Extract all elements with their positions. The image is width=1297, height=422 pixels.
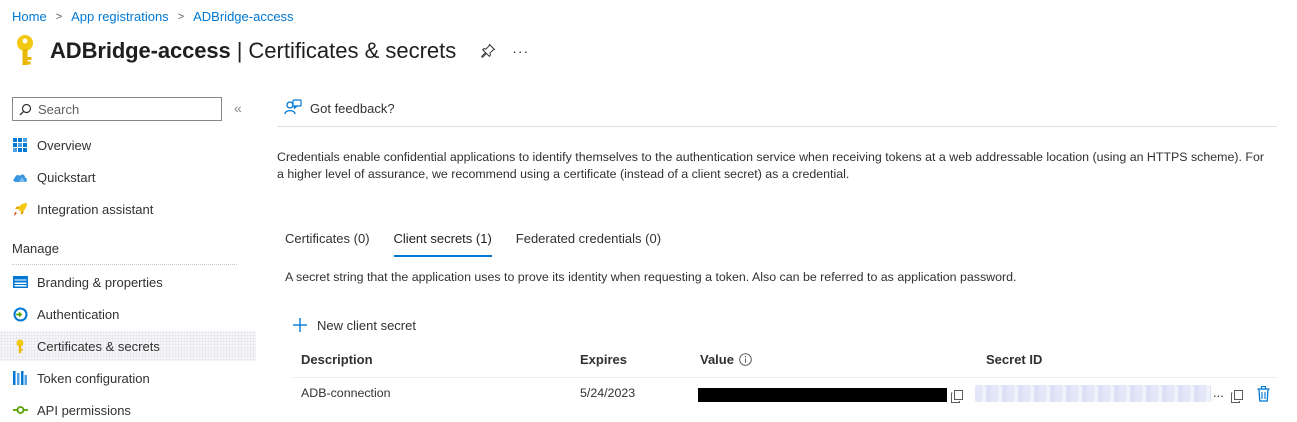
sidebar-item-label: Authentication bbox=[37, 306, 120, 322]
breadcrumb-app-registrations[interactable]: App registrations bbox=[71, 9, 169, 24]
column-header-expires: Expires bbox=[580, 352, 627, 367]
sidebar-item-label: Branding & properties bbox=[37, 274, 163, 290]
pin-icon[interactable] bbox=[480, 43, 496, 59]
column-header-value-label: Value bbox=[700, 352, 734, 367]
token-bars-icon bbox=[12, 370, 28, 386]
plus-icon bbox=[293, 318, 307, 332]
sidebar-item-integration-assistant[interactable]: Integration assistant bbox=[0, 194, 256, 224]
page-title-separator: | bbox=[236, 38, 243, 63]
page-title-app: ADBridge-access bbox=[50, 38, 231, 63]
search-icon bbox=[19, 103, 32, 115]
key-icon bbox=[17, 35, 33, 65]
feedback-button[interactable]: Got feedback? bbox=[284, 99, 395, 117]
sidebar-item-api-permissions[interactable]: API permissions bbox=[0, 395, 256, 422]
sidebar-item-certificates-secrets[interactable]: Certificates & secrets bbox=[0, 331, 256, 361]
sidebar-item-authentication[interactable]: Authentication bbox=[0, 299, 256, 329]
new-client-secret-button[interactable]: New client secret bbox=[292, 317, 416, 333]
new-client-secret-label: New client secret bbox=[317, 317, 416, 333]
secret-id-redacted bbox=[975, 385, 1211, 402]
copy-value-icon[interactable] bbox=[951, 390, 963, 403]
search-placeholder: Search bbox=[38, 101, 80, 117]
column-header-value: Value bbox=[700, 352, 752, 367]
sidebar-item-label: Integration assistant bbox=[37, 201, 154, 217]
sidebar-search-input[interactable]: Search bbox=[12, 97, 222, 121]
info-icon[interactable] bbox=[739, 353, 752, 366]
client-secrets-description: A secret string that the application use… bbox=[285, 270, 1017, 284]
sidebar-section-manage: Manage bbox=[12, 241, 59, 256]
section-divider bbox=[12, 264, 237, 265]
credentials-tabs: Certificates (0) Client secrets (1) Fede… bbox=[285, 231, 685, 257]
rocket-icon bbox=[12, 201, 28, 217]
table-row-divider bbox=[292, 377, 1277, 378]
column-header-description: Description bbox=[301, 352, 373, 367]
breadcrumb-separator: > bbox=[177, 10, 185, 23]
sidebar-item-quickstart[interactable]: Quickstart bbox=[0, 162, 256, 192]
feedback-label: Got feedback? bbox=[310, 100, 395, 116]
delete-icon[interactable] bbox=[1257, 386, 1270, 402]
sidebar-item-token-configuration[interactable]: Token configuration bbox=[0, 363, 256, 393]
key-icon bbox=[12, 338, 28, 354]
cloud-icon bbox=[12, 169, 28, 185]
secret-expires-cell: 5/24/2023 bbox=[580, 386, 636, 400]
tab-client-secrets[interactable]: Client secrets (1) bbox=[393, 231, 493, 257]
sidebar-item-label: Quickstart bbox=[37, 169, 96, 185]
authentication-icon bbox=[12, 306, 28, 322]
page-header: ADBridge-access | Certificates & secrets… bbox=[12, 34, 529, 68]
credentials-description: Credentials enable confidential applicat… bbox=[277, 150, 1264, 181]
sidebar-item-overview[interactable]: Overview bbox=[0, 130, 256, 160]
api-permissions-icon bbox=[12, 402, 28, 418]
sidebar-item-label: API permissions bbox=[37, 402, 131, 418]
branding-icon bbox=[12, 274, 28, 290]
tab-certificates[interactable]: Certificates (0) bbox=[285, 231, 370, 255]
secret-description-cell: ADB-connection bbox=[301, 386, 391, 400]
sidebar-item-branding[interactable]: Branding & properties bbox=[0, 267, 256, 297]
tab-federated-credentials[interactable]: Federated credentials (0) bbox=[516, 231, 661, 255]
sidebar-item-label: Certificates & secrets bbox=[37, 338, 160, 354]
breadcrumb-separator: > bbox=[55, 10, 63, 23]
grid-icon bbox=[12, 137, 28, 153]
feedback-icon bbox=[284, 99, 302, 115]
breadcrumb-home[interactable]: Home bbox=[12, 9, 47, 24]
secret-id-truncation: ... bbox=[1213, 385, 1224, 400]
sidebar-item-label: Token configuration bbox=[37, 370, 150, 386]
column-header-secret-id: Secret ID bbox=[986, 352, 1043, 367]
sidebar-item-label: Overview bbox=[37, 137, 92, 153]
page-title: Certificates & secrets bbox=[248, 38, 457, 63]
breadcrumb: Home > App registrations > ADBridge-acce… bbox=[12, 9, 294, 24]
more-options-icon[interactable]: ··· bbox=[512, 43, 529, 59]
breadcrumb-app[interactable]: ADBridge-access bbox=[193, 9, 293, 24]
copy-secret-id-icon[interactable] bbox=[1231, 390, 1243, 403]
secret-value-redacted bbox=[698, 388, 947, 402]
collapse-sidebar-icon[interactable]: « bbox=[234, 100, 242, 116]
toolbar-divider bbox=[277, 126, 1277, 127]
